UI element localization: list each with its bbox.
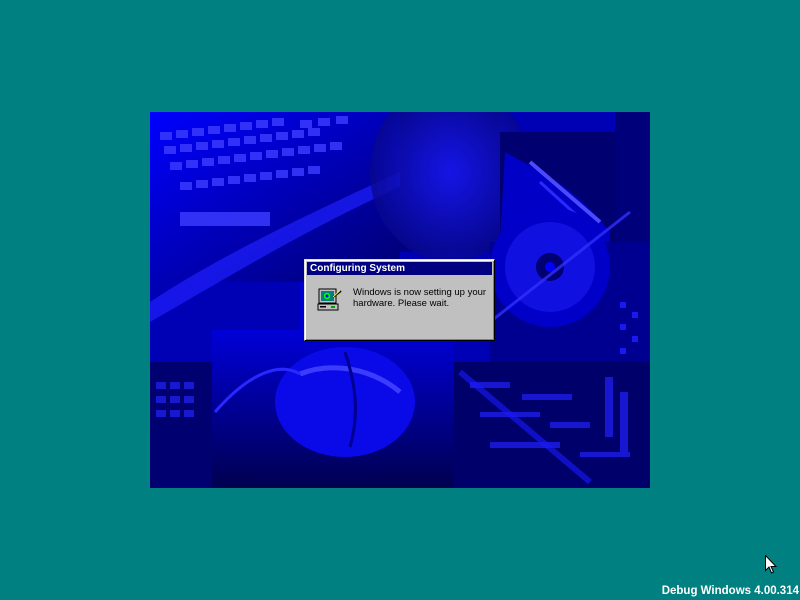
arrow-cursor-icon: [765, 554, 778, 574]
computer-setup-icon: [316, 286, 344, 314]
configuring-system-dialog: Configuring System Windows is now settin…: [304, 259, 495, 341]
dialog-message-line2: hardware. Please wait.: [353, 298, 450, 309]
dialog-message: Windows is now setting up your hardware.…: [353, 287, 489, 309]
dialog-title: Configuring System: [307, 262, 492, 275]
dialog-message-line1: Windows is now setting up your: [353, 287, 487, 298]
build-version-label: Debug Windows 4.00.314: [661, 585, 799, 597]
desktop: { "desktop": { "background_color": "#008…: [0, 0, 800, 600]
